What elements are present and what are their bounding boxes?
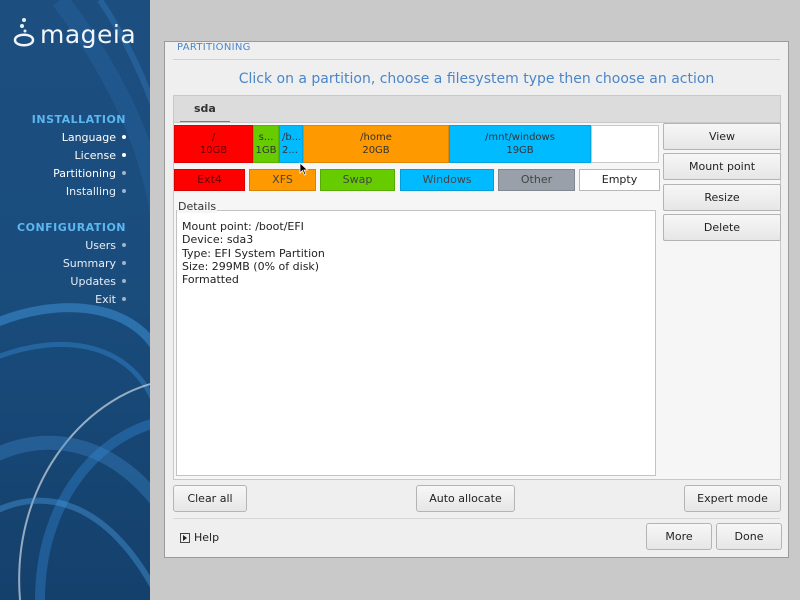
partition-size: 1GB xyxy=(255,145,277,156)
mageia-logo: mageia xyxy=(12,16,136,52)
step-license: License xyxy=(74,149,116,162)
step-exit-bullet xyxy=(122,297,126,301)
partition-size: 20GB xyxy=(362,145,390,156)
legend-ext4[interactable]: Ext4 xyxy=(174,169,245,191)
detail-formatted: Formatted xyxy=(182,273,239,286)
mouse-cursor-icon xyxy=(299,162,309,176)
partition-swap[interactable]: s... 1GB xyxy=(253,125,279,163)
resize-button[interactable]: Resize xyxy=(663,184,781,211)
step-updates: Updates xyxy=(70,275,116,288)
dialog-title: PARTITIONING xyxy=(177,42,251,53)
partitioning-dialog: PARTITIONING Click on a partition, choos… xyxy=(164,41,789,558)
partition-mnt-windows[interactable]: /mnt/windows 19GB xyxy=(449,125,591,163)
partition-size: 19GB xyxy=(506,145,534,156)
step-partitioning: Partitioning xyxy=(53,167,116,180)
step-partitioning-bullet xyxy=(122,171,126,175)
logo-text: mageia xyxy=(40,19,137,49)
partition-label: /mnt/windows xyxy=(485,132,555,143)
expert-mode-button[interactable]: Expert mode xyxy=(684,485,781,512)
partition-home[interactable]: /home 20GB xyxy=(303,125,449,163)
help-label: Help xyxy=(194,531,220,544)
legend-other[interactable]: Other xyxy=(498,169,575,191)
detail-mount-point: Mount point: /boot/EFI xyxy=(182,220,304,233)
help-button[interactable]: Help xyxy=(180,531,219,544)
partition-boot-efi[interactable]: /b... 2... xyxy=(279,125,303,163)
legend-windows[interactable]: Windows xyxy=(400,169,494,191)
partition-label: s... xyxy=(258,132,274,143)
help-arrow-icon xyxy=(180,532,190,543)
partition-label: /b... xyxy=(282,132,302,143)
detail-type: Type: EFI System Partition xyxy=(182,247,325,260)
partition-size: 10GB xyxy=(199,145,228,156)
mount-point-button[interactable]: Mount point xyxy=(663,153,781,180)
view-button[interactable]: View xyxy=(663,123,781,150)
step-summary-bullet xyxy=(122,261,126,265)
detail-device: Device: sda3 xyxy=(182,233,254,246)
legend-empty[interactable]: Empty xyxy=(579,169,660,191)
partition-label: / xyxy=(211,132,216,143)
footer-divider xyxy=(173,518,780,519)
disk-tabbar: sda xyxy=(173,95,781,123)
detail-size: Size: 299MB (0% of disk) xyxy=(182,260,320,273)
step-users: Users xyxy=(85,239,116,252)
step-installing: Installing xyxy=(65,185,116,198)
step-updates-bullet xyxy=(122,279,126,283)
auto-allocate-button[interactable]: Auto allocate xyxy=(416,485,515,512)
details-legend: Details xyxy=(177,200,218,213)
step-license-bullet xyxy=(122,153,126,157)
tab-sda[interactable]: sda xyxy=(180,96,230,123)
partition-size: 2... xyxy=(282,145,298,156)
partition-root[interactable]: / 10GB xyxy=(174,125,253,163)
details-box: Mount point: /boot/EFI Device: sda3 Type… xyxy=(176,210,656,476)
step-language: Language xyxy=(61,131,116,144)
step-users-bullet xyxy=(122,243,126,247)
sidebar: mageia INSTALLATION Language License Par… xyxy=(0,0,150,600)
partition-label: /home xyxy=(360,132,392,143)
done-button[interactable]: Done xyxy=(716,523,782,550)
more-button[interactable]: More xyxy=(646,523,712,550)
step-language-bullet xyxy=(122,135,126,139)
header-divider xyxy=(173,59,780,60)
instruction-text: Click on a partition, choose a filesyste… xyxy=(238,71,715,87)
installation-section-title: INSTALLATION xyxy=(31,113,126,126)
clear-all-button[interactable]: Clear all xyxy=(173,485,247,512)
mageia-cauldron-icon xyxy=(13,18,35,47)
configuration-section-title: CONFIGURATION xyxy=(17,221,126,234)
background-swirl xyxy=(0,0,150,600)
partition-empty[interactable] xyxy=(591,125,659,163)
legend-swap[interactable]: Swap xyxy=(320,169,395,191)
delete-button[interactable]: Delete xyxy=(663,214,781,241)
step-exit: Exit xyxy=(95,293,116,306)
step-installing-bullet xyxy=(122,189,126,193)
step-summary: Summary xyxy=(62,257,116,270)
